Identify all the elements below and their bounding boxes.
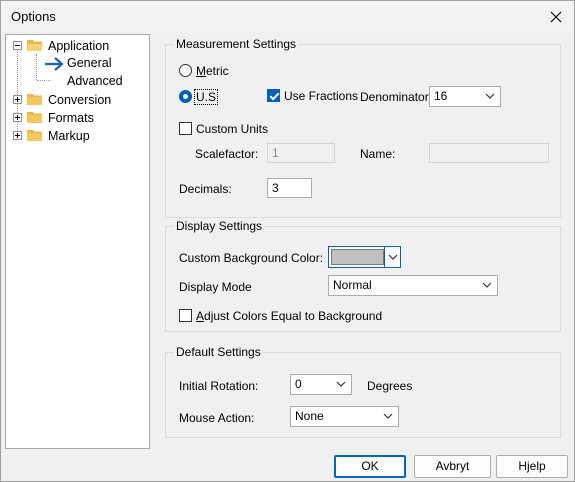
scalefactor-label: Scalefactor: (195, 147, 259, 161)
custom-units-label: Custom Units (196, 122, 269, 136)
mouse-action-dropdown[interactable]: None (290, 406, 399, 427)
options-tree[interactable]: Application General Advanced Conversion (5, 34, 150, 449)
tree-item-advanced[interactable]: Advanced (67, 72, 123, 90)
metric-radio[interactable] (179, 64, 192, 77)
chevron-down-icon (336, 381, 346, 387)
use-fractions-label: Use Fractions (284, 89, 359, 103)
us-label: U.S (193, 89, 219, 105)
window-title: Options (11, 9, 56, 24)
measurement-settings-group: Measurement Settings Metric U.S Use Frac… (165, 37, 561, 218)
display-settings-title: Display Settings (174, 219, 265, 233)
folder-icon (27, 94, 42, 105)
settings-panel: Measurement Settings Metric U.S Use Frac… (152, 34, 572, 449)
decimals-input[interactable]: 3 (267, 178, 312, 198)
denominator-dropdown[interactable]: 16 (429, 86, 501, 107)
ok-button[interactable]: OK (334, 455, 406, 478)
name-label: Name: (360, 147, 396, 161)
initial-rotation-label: Initial Rotation: (179, 379, 259, 393)
default-settings-title: Default Settings (174, 345, 263, 359)
denominator-label: Denominator: (360, 90, 433, 104)
scalefactor-input[interactable]: 1 (267, 143, 335, 163)
help-button[interactable]: Hjelp (496, 455, 568, 478)
close-icon (550, 11, 562, 22)
adjust-colors-label: Adjust Colors Equal to Background (196, 309, 383, 323)
chevron-down-icon (485, 93, 495, 99)
custom-units-checkbox[interactable] (179, 122, 192, 135)
folder-icon (27, 130, 42, 141)
tree-line (36, 54, 37, 80)
display-mode-dropdown[interactable]: Normal (328, 275, 498, 296)
options-dialog: Options Application General Advanced Con… (0, 0, 575, 482)
us-radio[interactable] (179, 90, 192, 103)
display-mode-label: Display Mode (179, 280, 252, 294)
tree-item-conversion[interactable]: Conversion (48, 91, 111, 109)
measurement-settings-title: Measurement Settings (174, 37, 299, 51)
tree-item-markup[interactable]: Markup (48, 127, 90, 145)
expand-toggle-conversion[interactable] (13, 95, 22, 104)
chevron-down-icon (383, 413, 393, 419)
selected-arrow-icon (45, 57, 64, 71)
tree-line (17, 49, 18, 135)
expand-toggle-markup[interactable] (13, 131, 22, 140)
dialog-footer: OK Avbryt Hjelp (1, 449, 574, 481)
name-input[interactable] (429, 143, 549, 163)
display-settings-group: Display Settings Custom Background Color… (165, 219, 561, 332)
collapse-toggle-application[interactable] (13, 41, 22, 50)
expand-toggle-formats[interactable] (13, 113, 22, 122)
color-dropdown-button[interactable] (384, 247, 400, 267)
default-settings-group: Default Settings Initial Rotation: 0 Deg… (165, 345, 561, 438)
metric-label: Metric (196, 64, 229, 78)
close-button[interactable] (538, 1, 574, 32)
decimals-label: Decimals: (179, 182, 232, 196)
mouse-action-label: Mouse Action: (179, 411, 255, 425)
folder-icon (27, 112, 42, 123)
adjust-colors-checkbox[interactable] (179, 309, 192, 322)
degrees-label: Degrees (367, 379, 413, 393)
cancel-button[interactable]: Avbryt (414, 455, 491, 478)
color-swatch (331, 249, 384, 265)
tree-item-formats[interactable]: Formats (48, 109, 94, 127)
tree-line (37, 80, 51, 81)
tree-item-application[interactable]: Application (48, 37, 109, 55)
chevron-down-icon (388, 254, 398, 260)
background-color-label: Custom Background Color: (179, 251, 324, 265)
background-color-picker[interactable] (328, 246, 401, 268)
title-bar: Options (1, 1, 574, 32)
open-folder-icon (27, 40, 43, 51)
chevron-down-icon (482, 282, 492, 288)
initial-rotation-dropdown[interactable]: 0 (290, 374, 352, 395)
use-fractions-checkbox[interactable] (267, 89, 280, 102)
tree-item-general[interactable]: General (67, 54, 111, 72)
